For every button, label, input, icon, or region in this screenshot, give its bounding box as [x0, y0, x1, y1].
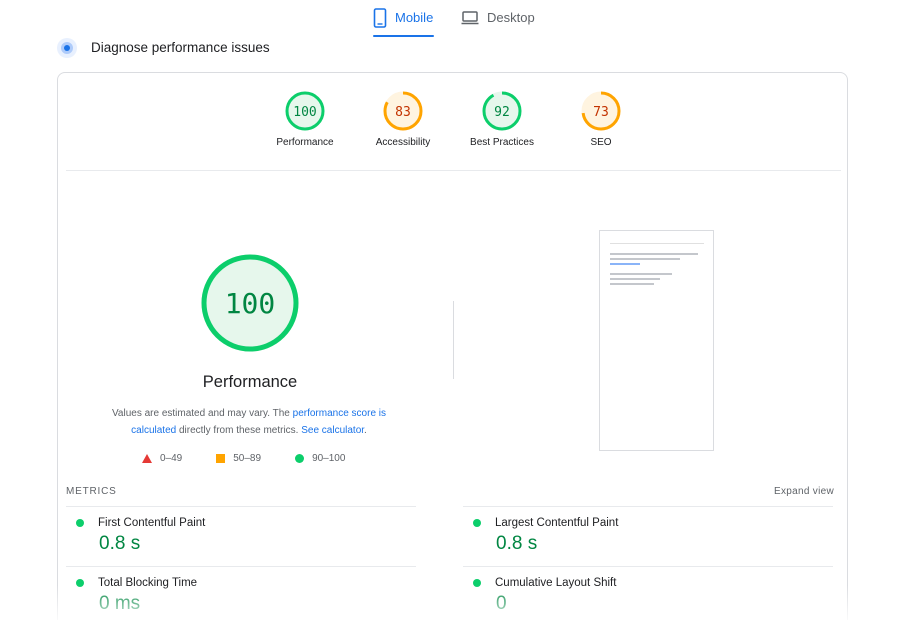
diagnose-title: Diagnose performance issues — [91, 40, 270, 55]
metric-lcp[interactable]: Largest Contentful Paint 0.8 s — [473, 517, 833, 555]
see-calculator-link[interactable]: See calculator — [301, 425, 364, 436]
gauge-seo-ring: 73 — [581, 91, 621, 131]
metric-tbt[interactable]: Total Blocking Time 0 ms — [76, 577, 436, 615]
laptop-icon — [461, 8, 479, 28]
triangle-icon — [142, 454, 152, 463]
device-tabs: Mobile Desktop — [0, 0, 900, 40]
performance-big-score: 100 — [225, 287, 276, 320]
gauge-performance-score: 100 — [293, 105, 316, 120]
lighthouse-icon — [57, 38, 77, 58]
gauge-best-practices-label: Best Practices — [470, 137, 534, 148]
gauge-accessibility-score: 83 — [395, 105, 411, 120]
metric-tbt-value: 0 ms — [99, 593, 141, 614]
category-gauges: 100 Performance 83 Accessibility 92 Best… — [58, 91, 847, 161]
legend-pass-range: 90–100 — [312, 453, 346, 464]
gauge-accessibility[interactable]: 83 Accessibility — [358, 91, 448, 148]
gauge-accessibility-label: Accessibility — [375, 137, 431, 148]
desc-text-1: Values are estimated and may vary. The — [111, 408, 293, 419]
legend-average-range: 50–89 — [233, 453, 262, 464]
metrics-title: METRICS — [66, 486, 117, 497]
metrics-header: METRICS Expand view — [66, 486, 834, 497]
metrics-rule-right — [463, 506, 833, 507]
gauge-seo-score: 73 — [593, 105, 609, 120]
tab-desktop-label: Desktop — [487, 10, 535, 25]
gauge-accessibility-ring: 83 — [383, 91, 423, 131]
tab-desktop[interactable]: Desktop — [461, 8, 541, 38]
metrics-rule-left-2 — [66, 566, 416, 567]
metric-cls-name: Cumulative Layout Shift — [495, 577, 617, 589]
vertical-divider — [453, 301, 454, 379]
performance-description: Values are estimated and may vary. The p… — [94, 405, 404, 439]
gauge-performance-ring: 100 — [285, 91, 325, 131]
score-legend: 0–49 50–89 90–100 — [142, 453, 379, 464]
gauge-best-practices-score: 92 — [494, 105, 510, 120]
gauge-seo-label: SEO — [590, 137, 612, 148]
performance-title: Performance — [202, 373, 298, 391]
pass-circle-icon — [76, 519, 84, 527]
metric-cls[interactable]: Cumulative Layout Shift 0 — [473, 577, 833, 615]
metrics-rule-left — [66, 506, 416, 507]
expand-view-button[interactable]: Expand view — [774, 486, 834, 497]
legend-fail-range: 0–49 — [160, 453, 183, 464]
metric-tbt-name: Total Blocking Time — [98, 577, 198, 589]
pass-circle-icon — [473, 519, 481, 527]
legend-average: 50–89 — [216, 453, 261, 464]
tab-mobile-label: Mobile — [395, 10, 434, 25]
metric-fcp-value: 0.8 s — [99, 533, 141, 554]
metric-fcp[interactable]: First Contentful Paint 0.8 s — [76, 517, 436, 555]
metric-lcp-value: 0.8 s — [496, 533, 538, 554]
performance-big-gauge: 100 — [201, 254, 299, 352]
gauge-performance-label: Performance — [276, 137, 334, 148]
report-card: 100 Performance 83 Accessibility 92 Best… — [57, 72, 848, 620]
phone-icon — [373, 8, 387, 28]
active-tab-indicator — [373, 35, 434, 37]
circle-icon — [295, 454, 305, 463]
square-icon — [216, 454, 226, 463]
legend-fail: 0–49 — [142, 453, 182, 464]
pass-circle-icon — [473, 579, 481, 587]
desc-text-2: directly from these metrics. — [176, 425, 302, 436]
desc-text-3: . — [364, 425, 367, 436]
divider — [66, 170, 841, 171]
metrics-rule-right-2 — [463, 566, 833, 567]
final-screenshot[interactable] — [599, 230, 714, 451]
gauge-best-practices-ring: 92 — [482, 91, 522, 131]
metric-cls-value: 0 — [496, 593, 507, 614]
legend-pass: 90–100 — [295, 453, 345, 464]
gauge-performance[interactable]: 100 Performance — [260, 91, 350, 148]
metric-lcp-name: Largest Contentful Paint — [495, 517, 619, 529]
diagnose-header: Diagnose performance issues — [57, 38, 270, 58]
pass-circle-icon — [76, 579, 84, 587]
gauge-seo[interactable]: 73 SEO — [556, 91, 646, 148]
gauge-best-practices[interactable]: 92 Best Practices — [457, 91, 547, 148]
tab-mobile[interactable]: Mobile — [373, 8, 434, 38]
metric-fcp-name: First Contentful Paint — [98, 517, 206, 529]
